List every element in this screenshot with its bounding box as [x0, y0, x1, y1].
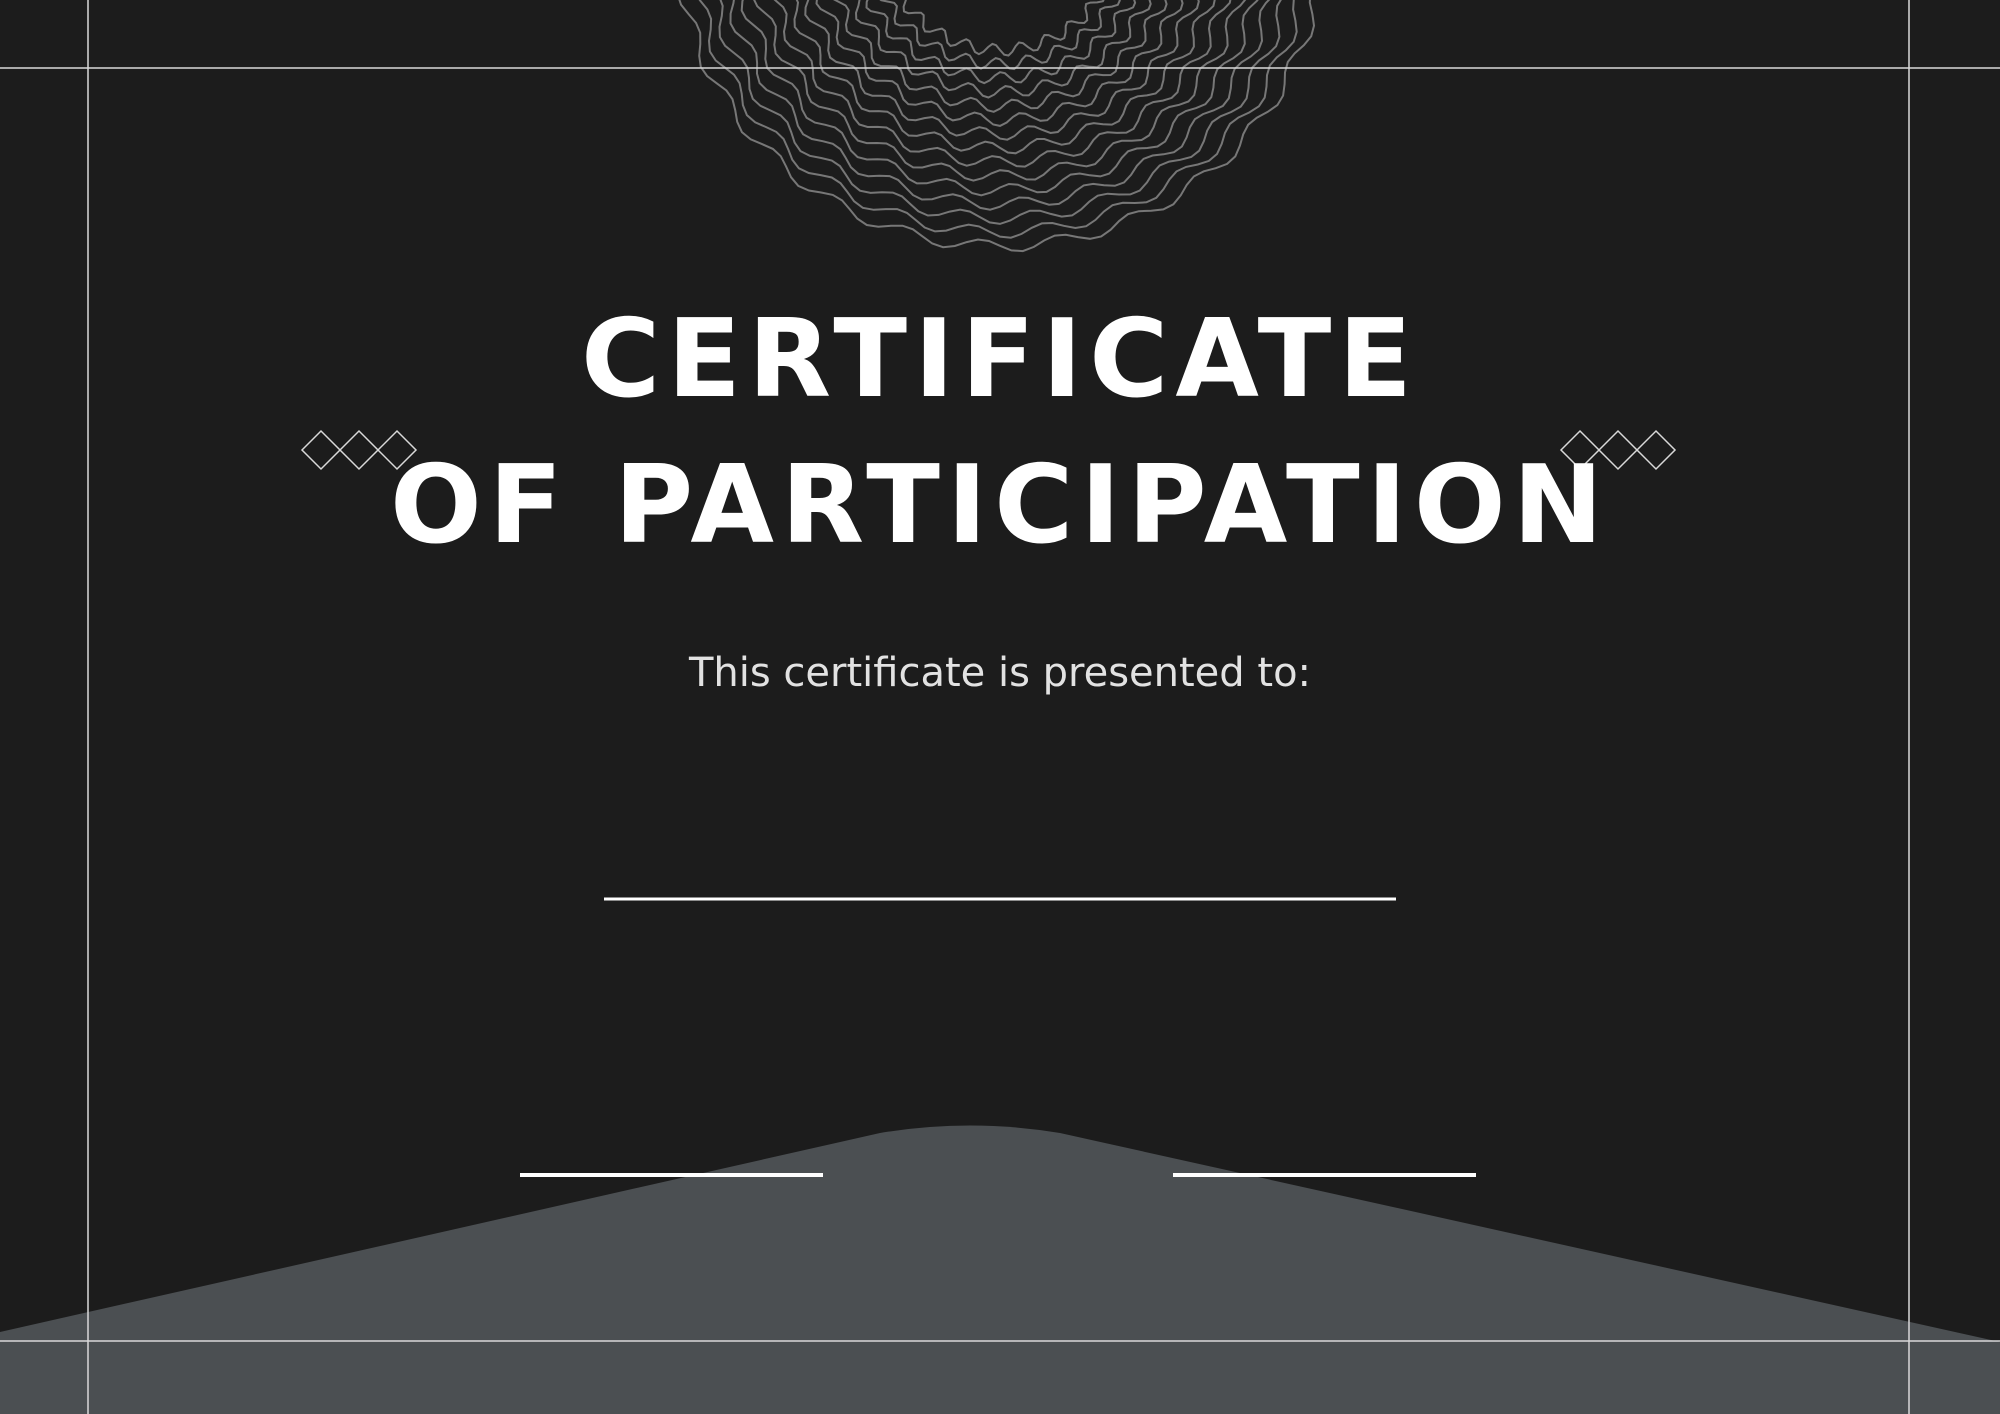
certificate-canvas: [0, 0, 2000, 1414]
certificate-title-line-2: OF PARTICIPATION: [389, 443, 1611, 568]
certificate-title-line-1: CERTIFICATE: [580, 297, 1420, 422]
certificate-subtitle: This certificate is presented to:: [688, 650, 1312, 696]
